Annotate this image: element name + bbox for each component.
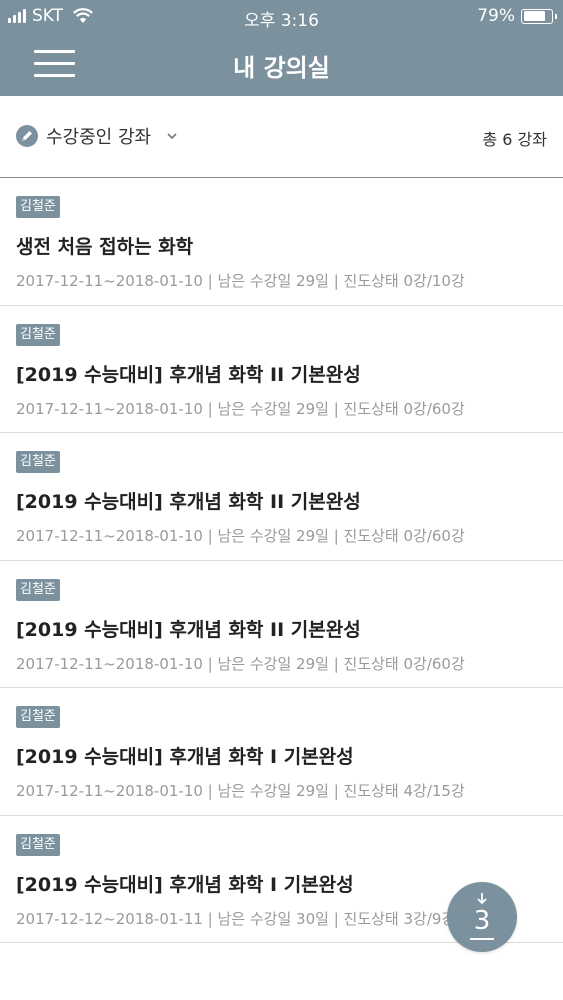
course-item[interactable]: 김철준 [2019 수능대비] 후개념 화학 II 기본완성 2017-12-1… — [0, 561, 563, 688]
course-meta: 2017-12-11~2018-01-10 | 남은 수강일 29일 | 진도상… — [16, 527, 465, 545]
course-title: [2019 수능대비] 후개념 화학 II 기본완성 — [16, 363, 361, 386]
battery-percent: 79% — [477, 6, 515, 26]
app-header: 내 강의실 — [0, 34, 563, 96]
filter-selected-label: 수강중인 강좌 — [46, 127, 152, 148]
fab-underline — [470, 938, 494, 940]
course-total-count: 총 6 강좌 — [482, 130, 547, 149]
course-item[interactable]: 김철준 [2019 수능대비] 후개념 화학 II 기본완성 2017-12-1… — [0, 306, 563, 433]
status-bar: SKT 오후 3:16 79% — [0, 0, 563, 34]
instructor-badge: 김철준 — [16, 196, 60, 218]
course-item[interactable]: 김철준 생전 처음 접하는 화학 2017-12-11~2018-01-10 |… — [0, 178, 563, 306]
course-title: [2019 수능대비] 후개념 화학 I 기본완성 — [16, 746, 354, 768]
download-count: 3 — [473, 906, 491, 936]
course-meta: 2017-12-11~2018-01-10 | 남은 수강일 29일 | 진도상… — [16, 272, 465, 290]
instructor-badge: 김철준 — [16, 833, 60, 856]
course-title: [2019 수능대비] 후개념 화학 II 기본완성 — [16, 618, 361, 641]
status-right: 79% — [477, 6, 557, 26]
course-item[interactable]: 김철준 [2019 수능대비] 후개념 화학 II 기본완성 2017-12-1… — [0, 433, 563, 561]
course-item[interactable]: 김철준 [2019 수능대비] 후개념 화학 I 기본완성 2017-12-11… — [0, 688, 563, 816]
course-meta: 2017-12-12~2018-01-11 | 남은 수강일 30일 | 진도상… — [16, 909, 456, 928]
battery-icon — [521, 8, 557, 24]
instructor-badge: 김철준 — [16, 451, 60, 473]
course-title: 생전 처음 접하는 화학 — [16, 236, 194, 258]
course-meta: 2017-12-11~2018-01-10 | 남은 수강일 29일 | 진도상… — [16, 654, 465, 673]
course-meta: 2017-12-11~2018-01-10 | 남은 수강일 29일 | 진도상… — [16, 782, 465, 800]
download-arrow-icon — [477, 893, 487, 905]
instructor-badge: 김철준 — [16, 323, 60, 346]
instructor-badge: 김철준 — [16, 706, 60, 728]
course-filter-dropdown[interactable]: 수강중인 강좌 — [16, 123, 179, 149]
chevron-down-icon — [167, 133, 177, 140]
download-fab-button[interactable]: 3 — [447, 882, 517, 952]
course-list: 김철준 생전 처음 접하는 화학 2017-12-11~2018-01-10 |… — [0, 178, 563, 943]
course-meta: 2017-12-11~2018-01-10 | 남은 수강일 29일 | 진도상… — [16, 399, 465, 418]
pencil-icon — [16, 125, 38, 147]
page-title: 내 강의실 — [233, 54, 330, 82]
course-title: [2019 수능대비] 후개념 화학 I 기본완성 — [16, 873, 354, 896]
instructor-badge: 김철준 — [16, 578, 60, 601]
filter-bar: 수강중인 강좌 총 6 강좌 — [0, 96, 563, 178]
course-title: [2019 수능대비] 후개념 화학 II 기본완성 — [16, 491, 361, 513]
